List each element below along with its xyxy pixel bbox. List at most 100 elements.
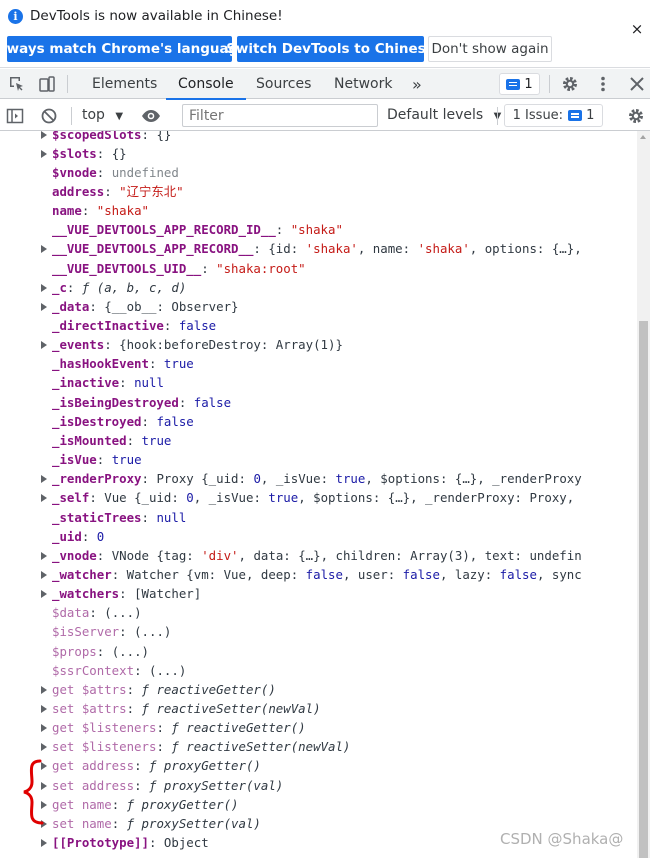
- property-value: undefined: [111, 164, 179, 180]
- toolbar-divider: [549, 75, 550, 93]
- expand-arrow-icon[interactable]: [41, 245, 47, 254]
- property-value: {}: [156, 131, 172, 142]
- device-toolbar-icon[interactable]: [38, 75, 56, 93]
- red-brace-annotation: [23, 759, 44, 825]
- expand-arrow-icon[interactable]: [41, 590, 47, 599]
- property-row[interactable]: $slots: {}: [0, 144, 615, 163]
- expand-arrow-icon[interactable]: [41, 149, 47, 158]
- expand-arrow-icon[interactable]: [41, 302, 47, 311]
- expand-arrow-icon[interactable]: [41, 570, 47, 579]
- property-row[interactable]: set $listeners: ƒ reactiveSetter(newVal): [0, 737, 615, 756]
- property-row: _hasHookEvent: true: [52, 356, 194, 372]
- property-value-part: {id:: [268, 241, 306, 257]
- context-selector[interactable]: top ▼: [82, 107, 123, 123]
- property-key: _vnode: [52, 547, 97, 563]
- property-row: _staticTrees: null: [52, 509, 187, 525]
- messages-count: 1: [524, 76, 533, 92]
- dropdown-arrow-icon: ▼: [115, 111, 124, 122]
- expand-arrow-icon[interactable]: [41, 341, 47, 350]
- tab-elements[interactable]: Elements: [92, 69, 157, 99]
- property-key: __VUE_DEVTOOLS_UID__: [52, 260, 202, 276]
- property-value: "shaka": [290, 222, 343, 238]
- property-row[interactable]: _watcher: Watcher {vm: Vue, deep: false,…: [0, 565, 615, 584]
- property-value: true: [111, 452, 142, 468]
- property-row: $ssrContext: (...): [52, 662, 187, 678]
- scroll-up-arrow-icon[interactable]: [640, 135, 646, 139]
- log-levels-dropdown[interactable]: Default levels ▼: [387, 107, 501, 123]
- expand-arrow-icon[interactable]: [41, 724, 47, 733]
- property-row[interactable]: set address: ƒ proxySetter(val): [0, 776, 615, 795]
- clear-console-icon[interactable]: [40, 107, 58, 125]
- scrollbar-thumb[interactable]: [639, 321, 648, 858]
- property-key: name: [52, 203, 82, 219]
- property-key: $ssrContext: [52, 662, 135, 678]
- property-key: address: [52, 183, 105, 199]
- expand-arrow-icon[interactable]: [41, 475, 47, 484]
- expand-arrow-icon[interactable]: [41, 131, 47, 139]
- property-value: {__ob__: Observer}: [104, 298, 239, 314]
- more-tabs-chevron-icon[interactable]: »: [412, 69, 422, 99]
- expand-arrow-icon[interactable]: [41, 283, 47, 292]
- property-key: __VUE_DEVTOOLS_APP_RECORD_ID__: [52, 222, 276, 238]
- property-key: _isDestroyed: [52, 413, 142, 429]
- property-value: (...): [134, 624, 172, 640]
- property-key: set $attrs: [52, 701, 127, 716]
- property-row[interactable]: _renderProxy: Proxy {_uid: 0, _isVue: tr…: [0, 469, 615, 488]
- property-row[interactable]: set $attrs: ƒ reactiveSetter(newVal): [0, 699, 615, 718]
- tab-console[interactable]: Console: [166, 69, 246, 100]
- toolbar-divider: [497, 107, 498, 125]
- property-row[interactable]: _vnode: VNode {tag: 'div', data: {…}, ch…: [0, 546, 615, 565]
- property-row[interactable]: _watchers: [Watcher]: [0, 584, 615, 603]
- property-key: _events: [52, 337, 105, 353]
- property-row[interactable]: _c: ƒ (a, b, c, d): [0, 278, 615, 297]
- dont-show-again-button[interactable]: Don't show again: [428, 36, 552, 62]
- expand-arrow-icon[interactable]: [41, 551, 47, 560]
- property-row[interactable]: get name: ƒ proxyGetter(): [0, 795, 615, 814]
- messages-badge[interactable]: 1: [499, 73, 540, 95]
- devtools-tabbar: Elements Console Sources Network » 1: [0, 69, 650, 100]
- expand-arrow-icon[interactable]: [41, 839, 47, 848]
- property-value: null: [134, 375, 164, 391]
- property-value-part: , data: {…}, children: Array(3), text: u…: [238, 547, 582, 563]
- property-row[interactable]: __VUE_DEVTOOLS_APP_RECORD__: {id: 'shaka…: [0, 239, 615, 258]
- filter-input[interactable]: [182, 104, 378, 127]
- issues-button[interactable]: 1 Issue: 1: [504, 104, 603, 127]
- property-value: Object: [163, 835, 209, 851]
- property-value-part: VNode {tag:: [111, 547, 202, 563]
- console-settings-gear-icon[interactable]: [627, 107, 645, 125]
- property-key: $slots: [52, 145, 97, 161]
- expand-arrow-icon[interactable]: [41, 705, 47, 713]
- property-key: get $attrs: [52, 681, 127, 697]
- property-row[interactable]: _data: {__ob__: Observer}: [0, 297, 615, 316]
- property-value: ƒ proxySetter(val): [126, 815, 261, 831]
- eye-icon[interactable]: [141, 107, 161, 125]
- property-value-part: 0: [186, 490, 194, 506]
- property-row: $data: (...): [52, 605, 142, 621]
- property-row[interactable]: get address: ƒ proxyGetter(): [0, 756, 615, 775]
- expand-arrow-icon[interactable]: [41, 494, 47, 503]
- tab-network[interactable]: Network: [334, 69, 392, 99]
- gear-icon[interactable]: [561, 75, 579, 93]
- switch-to-chinese-button[interactable]: Switch DevTools to Chinese: [226, 36, 435, 62]
- expand-arrow-icon[interactable]: [41, 743, 47, 752]
- close-devtools-icon[interactable]: [628, 75, 646, 93]
- sidebar-toggle-icon[interactable]: [6, 107, 24, 125]
- always-match-language-button[interactable]: Always match Chrome's language: [0, 36, 247, 62]
- close-icon[interactable]: ×: [630, 22, 644, 37]
- property-value: "shaka:root": [216, 260, 306, 276]
- property-key: $isServer: [52, 624, 120, 640]
- property-value-part: Watcher {vm: Vue, deep:: [126, 566, 306, 582]
- property-value: true: [141, 432, 172, 448]
- inspect-element-icon[interactable]: [8, 75, 26, 93]
- property-row[interactable]: _self: Vue {_uid: 0, _isVue: true, $opti…: [0, 488, 615, 507]
- property-row[interactable]: get $attrs: ƒ reactiveGetter(): [0, 680, 615, 699]
- property-row[interactable]: _events: {hook:beforeDestroy: Array(1)}: [0, 335, 615, 354]
- tab-sources[interactable]: Sources: [256, 69, 311, 99]
- console-scrollbar[interactable]: [637, 131, 650, 858]
- property-row[interactable]: $scopedSlots: {}: [0, 131, 615, 144]
- console-output[interactable]: $scopedSlots: {} $slots: {} $vnode: undefi…: [0, 131, 637, 858]
- more-vertical-icon[interactable]: [594, 75, 612, 93]
- property-row[interactable]: get $listeners: ƒ reactiveGetter(): [0, 718, 615, 737]
- property-key: $vnode: [52, 164, 97, 180]
- expand-arrow-icon[interactable]: [41, 685, 47, 694]
